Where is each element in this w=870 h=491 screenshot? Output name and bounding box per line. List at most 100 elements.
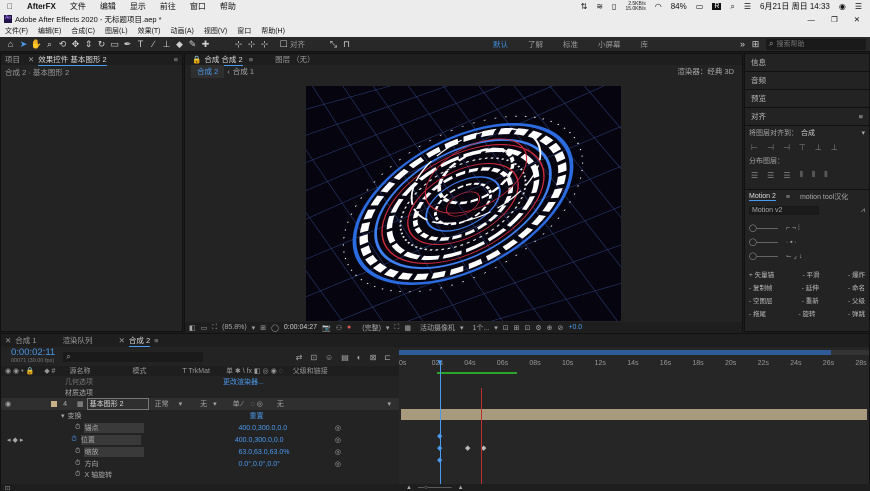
motion-blur-icon[interactable]: ⚙ bbox=[535, 324, 541, 332]
layer-duration-bar[interactable] bbox=[401, 409, 867, 420]
motion-btn-rotate[interactable]: - 旋转 bbox=[799, 308, 816, 318]
orbit-tool-icon[interactable]: ⟲ bbox=[56, 39, 69, 50]
shy-icon[interactable]: ☺ bbox=[325, 353, 333, 362]
workspace-libraries[interactable]: 库 bbox=[631, 39, 659, 50]
motion-btn-reset[interactable]: - 重新 bbox=[802, 295, 819, 305]
layer-trkmat[interactable]: 无 bbox=[200, 399, 207, 409]
motion-btn-anchor[interactable]: + 矢量锚 bbox=[749, 269, 774, 279]
workspace-default[interactable]: 默认 bbox=[483, 39, 518, 50]
row-anchor-name[interactable]: 锚点 bbox=[84, 423, 145, 433]
minimize-button[interactable]: — bbox=[807, 15, 815, 24]
snap-icon[interactable]: ⤡ bbox=[327, 39, 340, 50]
menu-window[interactable]: 窗口 bbox=[232, 26, 256, 36]
scale-stopwatch-icon[interactable]: ⏱ bbox=[75, 448, 80, 456]
maximize-button[interactable]: ❐ bbox=[831, 15, 838, 24]
dist-bottom-icon[interactable]: ☰ bbox=[783, 171, 790, 180]
mac-menu-file[interactable]: 文件 bbox=[63, 1, 93, 12]
comp-flowchart-icon[interactable]: ⇄ bbox=[296, 353, 303, 362]
mac-menu-view[interactable]: 显示 bbox=[123, 1, 153, 12]
eye-icon[interactable]: ◉ bbox=[5, 400, 11, 408]
show-snapshot-icon[interactable]: ⚇ bbox=[336, 324, 342, 332]
menu-composition[interactable]: 合成(C) bbox=[66, 26, 100, 36]
siri-icon[interactable]: ◉ bbox=[839, 2, 846, 11]
zoom-level[interactable]: (85.8%) bbox=[222, 324, 247, 331]
motion-btn-extend[interactable]: - 延伸 bbox=[802, 282, 819, 292]
lock-icon[interactable]: 🔒 bbox=[192, 55, 201, 64]
menu-layer[interactable]: 图层(L) bbox=[100, 26, 133, 36]
control-center-icon[interactable]: ☰ bbox=[744, 2, 751, 11]
menu-help[interactable]: 帮助(H) bbox=[256, 26, 290, 36]
tab-comp2[interactable]: 合成 2 bbox=[128, 335, 151, 347]
mac-menu-edit[interactable]: 编辑 bbox=[93, 1, 123, 12]
quality-arrow-icon[interactable]: ▾ bbox=[386, 324, 390, 332]
comp-crumb-1[interactable]: 合成 1 bbox=[233, 66, 254, 77]
footer-toggle-icon[interactable]: ⊡ bbox=[5, 485, 10, 491]
pixel-aspect-icon[interactable]: ⊡ bbox=[503, 324, 509, 332]
hand-tool-icon[interactable]: ✋ bbox=[30, 39, 43, 50]
motion-btn-explode[interactable]: - 爆炸 bbox=[848, 269, 865, 279]
motion-menu-icon[interactable]: ≡ bbox=[786, 194, 790, 201]
workspace-small-screen[interactable]: 小屏幕 bbox=[588, 39, 631, 50]
info-panel-title[interactable]: 信息 bbox=[745, 54, 869, 72]
scale-link-icon[interactable]: ◎ bbox=[335, 448, 341, 456]
snap-option-icon[interactable]: ⊓ bbox=[340, 39, 353, 50]
playhead[interactable] bbox=[440, 362, 441, 491]
align-checkbox-icon[interactable]: ☐ bbox=[277, 39, 290, 50]
tab-close-2-icon[interactable]: ✕ bbox=[119, 336, 125, 345]
axis-world-icon[interactable]: ⊹ bbox=[245, 39, 258, 50]
position-keyframe-2-icon[interactable]: ◆ bbox=[465, 444, 470, 452]
quality-value[interactable]: (完整) bbox=[362, 323, 381, 333]
zoom-tool-icon[interactable]: ⌕ bbox=[43, 39, 56, 50]
position-stopwatch-icon[interactable]: ⏱ bbox=[71, 436, 76, 444]
align-menu-icon[interactable]: ≡ bbox=[859, 112, 863, 121]
views-arrow-icon[interactable]: ▾ bbox=[494, 324, 498, 332]
col-mode[interactable]: 模式 bbox=[132, 366, 146, 376]
footer-zoom-in-icon[interactable]: ▲ bbox=[458, 485, 464, 491]
footer-zoom-slider[interactable]: —○———— bbox=[418, 485, 452, 491]
views-value[interactable]: 1个... bbox=[472, 323, 489, 333]
motion-blur-tl-icon[interactable]: ◐ bbox=[357, 353, 362, 362]
footer-zoom-out-icon[interactable]: ▲ bbox=[406, 485, 412, 491]
motion-btn-clone[interactable]: - 复制帧 bbox=[749, 282, 772, 292]
dolly-tool-icon[interactable]: ⇕ bbox=[82, 39, 95, 50]
align-panel-title[interactable]: 对齐 bbox=[751, 111, 766, 122]
tab-motion2[interactable]: Motion 2 bbox=[749, 193, 776, 201]
frame-blend-icon[interactable]: ▤ bbox=[341, 353, 349, 362]
motion-btn-bounce[interactable]: - 弹跳 bbox=[848, 308, 865, 318]
layer-name[interactable]: 基本图形 2 bbox=[86, 398, 149, 410]
layer-label-color[interactable] bbox=[51, 401, 58, 407]
row-orientation-value[interactable]: 0.0°,0.0°,0.0° bbox=[238, 461, 279, 468]
col-source-name[interactable]: 源名称 bbox=[69, 366, 90, 376]
type-tool-icon[interactable]: T bbox=[134, 39, 147, 49]
preview-panel-title[interactable]: 预览 bbox=[745, 90, 869, 108]
tab-project[interactable]: 项目 bbox=[5, 54, 20, 65]
menu-view[interactable]: 视图(V) bbox=[199, 26, 232, 36]
tab-footage[interactable]: 图层 （无） bbox=[275, 54, 315, 65]
roi-icon[interactable]: ⛶ bbox=[394, 324, 399, 332]
toggle-3d-icon[interactable]: ⊞ bbox=[514, 324, 520, 332]
row-position-name[interactable]: 位置 bbox=[80, 435, 141, 445]
timeline-menu-icon[interactable]: ≡ bbox=[154, 336, 158, 345]
align-bottom-icon[interactable]: ⊥ bbox=[831, 143, 838, 152]
axis-view-icon[interactable]: ⊹ bbox=[258, 39, 271, 50]
axis-local-icon[interactable]: ⊹ bbox=[232, 39, 245, 50]
motion-version-select[interactable]: Motion v2 bbox=[749, 206, 819, 215]
dist-right-icon[interactable]: ⫴ bbox=[824, 170, 827, 180]
comp-crumb-2[interactable]: 合成 2 bbox=[191, 65, 225, 78]
row-geometry-name[interactable]: 几何选项 bbox=[65, 377, 93, 387]
dropdown-arrow-icon[interactable]: ▾ bbox=[252, 324, 256, 332]
align-to-arrow-icon[interactable]: ▾ bbox=[861, 129, 865, 137]
snapshot-icon[interactable]: 📷 bbox=[322, 324, 331, 332]
graph-curve-icon[interactable]: ⊏ bbox=[384, 353, 391, 362]
stamp-tool-icon[interactable]: ⊥ bbox=[160, 39, 173, 50]
wifi-icon[interactable]: ◠ bbox=[655, 2, 662, 11]
curve-3-icon[interactable]: ⌙ ⌟ ↓ bbox=[786, 252, 803, 260]
slider-2[interactable]: ◯——— bbox=[749, 238, 778, 246]
tab-motion-tool[interactable]: motion tool汉化 bbox=[800, 192, 848, 202]
workspace-edit-icon[interactable]: ⊞ bbox=[749, 39, 762, 50]
row-material-name[interactable]: 材质选项 bbox=[65, 388, 93, 398]
mac-date[interactable]: 6月21日 周日 14:33 bbox=[760, 1, 830, 12]
workspace-standard[interactable]: 标准 bbox=[553, 39, 588, 50]
roto-tool-icon[interactable]: ✎ bbox=[186, 39, 199, 50]
mac-menu-help[interactable]: 帮助 bbox=[213, 1, 243, 12]
